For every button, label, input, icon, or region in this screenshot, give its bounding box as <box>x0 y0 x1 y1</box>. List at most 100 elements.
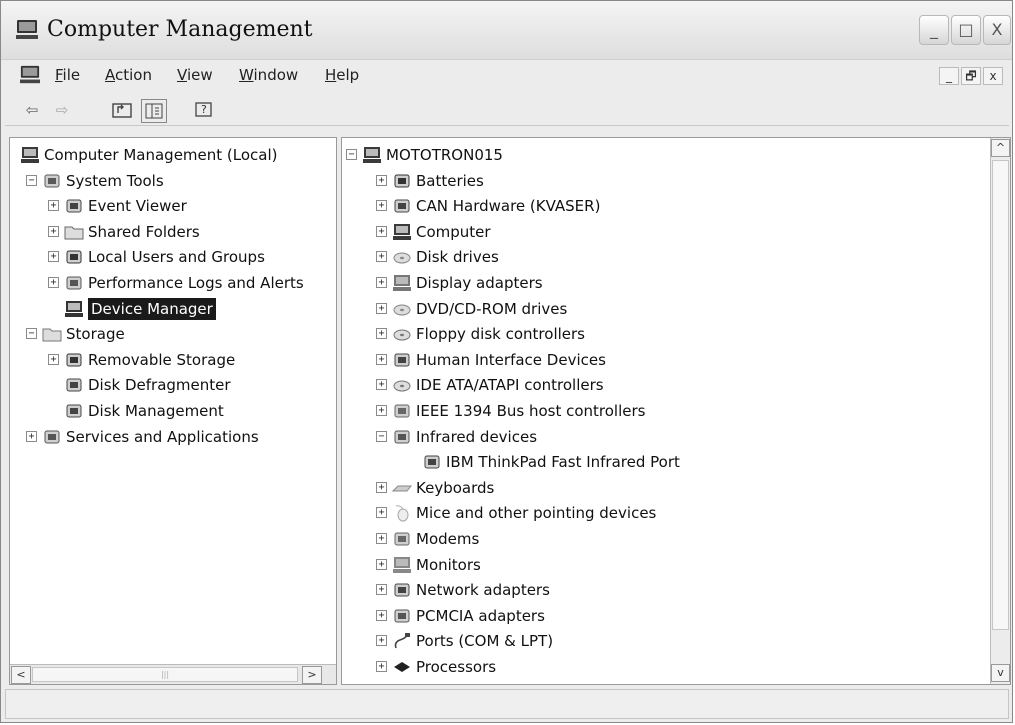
expand-icon[interactable]: + <box>48 353 59 365</box>
tree-node-performance-logs-and-alerts[interactable]: + Performance Logs and Alerts <box>10 272 336 294</box>
tree-node-mototron015[interactable]: − MOTOTRON015 <box>342 144 988 166</box>
expand-icon[interactable]: + <box>376 533 387 544</box>
tree-node-system-tools[interactable]: − System Tools <box>10 170 336 192</box>
tree-node-shared-folders[interactable]: + Shared Folders <box>10 221 336 243</box>
scroll-up-button[interactable]: ^ <box>991 139 1010 157</box>
collapse-icon[interactable]: − <box>26 328 37 340</box>
tree-node-infrared-devices[interactable]: − Infrared devices <box>342 426 988 448</box>
scroll-down-button[interactable]: v <box>991 664 1010 682</box>
forward-button[interactable]: ⇨ <box>49 99 75 123</box>
expand-icon[interactable]: + <box>376 379 387 391</box>
tree-node-dvd-cd-rom-drives[interactable]: + DVD/CD-ROM drives <box>342 298 988 320</box>
scroll-left-button[interactable]: < <box>11 666 31 684</box>
tree-node-human-interface-devices[interactable]: + Human Interface Devices <box>342 349 988 371</box>
maximize-button[interactable]: □ <box>951 15 981 45</box>
expand-icon[interactable]: + <box>376 302 387 314</box>
tree-node-disk-defragmenter[interactable]: Disk Defragmenter <box>10 374 336 396</box>
tree-node-event-viewer[interactable]: + Event Viewer <box>10 195 336 217</box>
expand-icon[interactable]: + <box>376 661 387 672</box>
expand-icon[interactable]: + <box>376 481 387 493</box>
tree-node-floppy-disk-controllers[interactable]: + Floppy disk controllers <box>342 323 988 345</box>
expand-icon[interactable]: + <box>48 251 59 263</box>
scroll-right-button[interactable]: > <box>302 666 322 684</box>
close-button[interactable]: X <box>983 15 1011 45</box>
disk-drive-icon <box>392 248 412 266</box>
scroll-thumb[interactable] <box>992 160 1009 630</box>
scroll-thumb[interactable]: ||| <box>32 667 298 682</box>
expand-icon[interactable]: + <box>376 507 387 519</box>
device-tree-pane[interactable]: ^ v − MOTOTRON015 + Batteries + CAN Hardware … <box>341 137 1011 685</box>
tree-node-can-hardware-kvaser[interactable]: + CAN Hardware (KVASER) <box>342 195 988 217</box>
back-button[interactable]: ⇦ <box>19 99 45 123</box>
storage-icon <box>42 325 62 343</box>
show-hide-tree-button[interactable] <box>141 99 167 123</box>
title-bar[interactable]: Computer Management _ □ X <box>1 1 1012 60</box>
tree-node-label: PCMCIA adapters <box>416 606 545 625</box>
tree-node-pcmcia-adapters[interactable]: + PCMCIA adapters <box>342 605 988 627</box>
computer-icon <box>392 223 412 241</box>
expand-icon[interactable]: + <box>48 200 59 212</box>
expand-icon[interactable]: + <box>48 277 59 288</box>
tree-node-local-users-and-groups[interactable]: + Local Users and Groups <box>10 246 336 268</box>
expand-icon[interactable]: + <box>376 584 387 596</box>
menu-view[interactable]: View <box>177 66 213 84</box>
expand-icon[interactable]: + <box>376 328 387 340</box>
tree-node-ide-ata-atapi-controllers[interactable]: + IDE ATA/ATAPI controllers <box>342 374 988 396</box>
menu-window[interactable]: Window <box>239 66 298 84</box>
hid-icon <box>392 351 412 369</box>
up-one-level-button[interactable] <box>109 99 135 123</box>
minimize-button[interactable]: _ <box>919 15 949 45</box>
tree-node-storage[interactable]: − Storage <box>10 323 336 345</box>
display-adapter-icon <box>392 274 412 292</box>
help-button[interactable]: ? <box>191 99 217 123</box>
tree-node-computer-management-local[interactable]: Computer Management (Local) <box>10 144 336 166</box>
vertical-scrollbar[interactable]: ^ v <box>990 138 1010 684</box>
tree-node-disk-drives[interactable]: + Disk drives <box>342 246 988 268</box>
tree-node-ieee-1394-bus-host-controllers[interactable]: + IEEE 1394 Bus host controllers <box>342 400 988 422</box>
tree-node-monitors[interactable]: + Monitors <box>342 554 988 576</box>
mdi-close-button[interactable]: x <box>983 67 1003 85</box>
ports-icon <box>392 632 412 650</box>
defrag-icon <box>64 376 84 394</box>
expand-icon[interactable]: + <box>48 225 59 237</box>
tree-node-device-manager[interactable]: Device Manager <box>10 297 336 320</box>
expand-icon[interactable]: + <box>376 405 387 416</box>
console-tree-pane[interactable]: < ||| > Computer Management (Local) − Syst… <box>9 137 337 685</box>
device-manager-icon <box>64 300 84 318</box>
collapse-icon[interactable]: − <box>376 430 387 442</box>
expand-icon[interactable]: + <box>376 200 387 212</box>
expand-icon[interactable]: + <box>376 277 387 288</box>
menu-file[interactable]: File <box>55 66 80 84</box>
tree-node-processors[interactable]: + Processors <box>342 656 988 678</box>
collapse-icon[interactable]: − <box>26 174 37 186</box>
tree-node-modems[interactable]: + Modems <box>342 528 988 550</box>
expand-icon[interactable]: + <box>376 174 387 186</box>
tree-node-batteries[interactable]: + Batteries <box>342 170 988 192</box>
tree-node-keyboards[interactable]: + Keyboards <box>342 477 988 499</box>
tree-node-removable-storage[interactable]: + Removable Storage <box>10 349 336 371</box>
mdi-minimize-button[interactable]: _ <box>939 67 959 85</box>
tree-node-label: Mice and other pointing devices <box>416 504 657 523</box>
tree-node-label: IBM ThinkPad Fast Infrared Port <box>446 453 680 472</box>
menu-action[interactable]: Action <box>105 66 152 84</box>
expand-icon[interactable]: + <box>376 558 387 570</box>
tree-node-label: Local Users and Groups <box>88 248 265 267</box>
tree-node-services-and-applications[interactable]: + Services and Applications <box>10 426 336 448</box>
horizontal-scrollbar[interactable]: < ||| > <box>10 664 336 684</box>
expand-icon[interactable]: + <box>376 225 387 237</box>
expand-icon[interactable]: + <box>376 635 387 647</box>
mdi-restore-button[interactable]: 🗗 <box>961 67 981 85</box>
expand-icon[interactable]: + <box>376 609 387 621</box>
expand-icon[interactable]: + <box>376 353 387 365</box>
collapse-icon[interactable]: − <box>346 149 357 160</box>
tree-node-network-adapters[interactable]: + Network adapters <box>342 579 988 601</box>
expand-icon[interactable]: + <box>376 251 387 263</box>
tree-node-computer[interactable]: + Computer <box>342 221 988 243</box>
tree-node-mice-and-other-pointing-devices[interactable]: + Mice and other pointing devices <box>342 502 988 524</box>
tree-node-display-adapters[interactable]: + Display adapters <box>342 272 988 294</box>
tree-node-ports-com-lpt[interactable]: + Ports (COM & LPT) <box>342 630 988 652</box>
expand-icon[interactable]: + <box>26 430 37 442</box>
menu-help[interactable]: Help <box>325 66 359 84</box>
tree-node-ibm-thinkpad-fast-infrared-port[interactable]: IBM ThinkPad Fast Infrared Port <box>342 451 988 473</box>
tree-node-disk-management[interactable]: Disk Management <box>10 400 336 422</box>
